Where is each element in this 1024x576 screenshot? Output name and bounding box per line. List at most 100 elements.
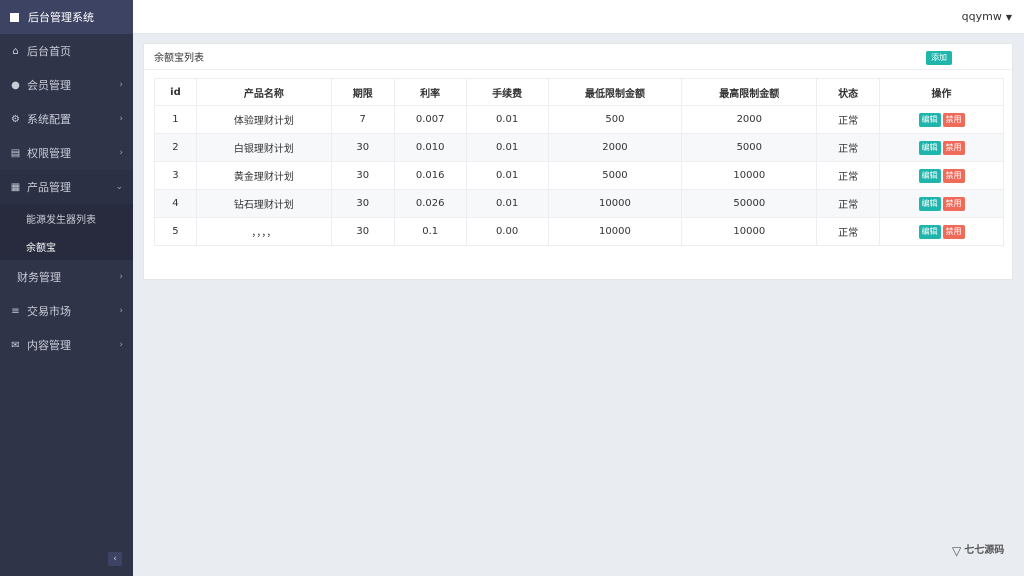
sidebar-item-finance[interactable]: 财务管理 › (0, 260, 133, 294)
cell-fee: 0.00 (465, 217, 549, 246)
sidebar-item-label: 产品管理 (27, 181, 71, 194)
sidebar-subitem-generator-list[interactable]: 能源发生器列表 (0, 204, 133, 232)
cell-fee: 0.01 (465, 189, 549, 218)
sidebar-item-label: 系统配置 (27, 113, 71, 126)
table-header-row: id 产品名称 期限 利率 手续费 最低限制金额 最高限制金额 状态 操作 (154, 78, 1004, 106)
column-header: 手续费 (465, 78, 549, 106)
disable-button[interactable]: 禁用 (942, 224, 965, 239)
cell-name: 钻石理财计划 (195, 189, 332, 218)
chevron-right-icon: › (119, 272, 123, 282)
cell-term: 30 (330, 189, 395, 218)
cell-min: 10000 (547, 189, 683, 218)
sidebar-collapse-button[interactable]: ‹ (108, 552, 122, 566)
sidebar-item-label: 内容管理 (27, 339, 71, 352)
table-row: 5 ，，，， 30 0.1 0.00 10000 10000 正常 编辑 禁用 (154, 217, 1004, 246)
disable-button[interactable]: 禁用 (942, 168, 965, 183)
sidebar: 后台管理系统 ⌂ 后台首页 ● 会员管理 › ⚙ 系统配置 › ▤ 权限管理 ›… (0, 0, 133, 576)
column-header: 状态 (816, 78, 881, 106)
bars-icon: ≡ (11, 305, 20, 317)
topbar: qqymw ▼ (133, 0, 1024, 34)
sidebar-item-label: 权限管理 (27, 147, 71, 160)
list-panel: 余额宝列表 添加 id 产品名称 期限 利率 手续费 最低限制金额 最高限制金额… (143, 43, 1013, 280)
cell-min: 5000 (547, 161, 683, 190)
table-row: 1 体验理财计划 7 0.007 0.01 500 2000 正常 编辑 禁用 (154, 105, 1004, 134)
sidebar-item-label: 财务管理 (17, 271, 61, 284)
cell-rate: 0.016 (393, 161, 467, 190)
column-header: 期限 (330, 78, 395, 106)
cell-fee: 0.01 (465, 133, 549, 162)
add-button[interactable]: 添加 (926, 51, 952, 65)
cell-id: 1 (154, 105, 197, 134)
sidebar-item-label: 会员管理 (27, 79, 71, 92)
cell-actions: 编辑 禁用 (879, 105, 1004, 134)
disable-button[interactable]: 禁用 (942, 140, 965, 155)
column-header: 产品名称 (195, 78, 332, 106)
edit-button[interactable]: 编辑 (918, 196, 941, 211)
products-submenu: 能源发生器列表 余额宝 (0, 204, 133, 260)
column-header: 最低限制金额 (547, 78, 683, 106)
panel-title: 余额宝列表 (144, 44, 1012, 70)
cell-rate: 0.1 (393, 217, 467, 246)
cell-term: 30 (330, 161, 395, 190)
chevron-down-icon: ⌄ (115, 182, 123, 192)
table-row: 4 钻石理财计划 30 0.026 0.01 10000 50000 正常 编辑… (154, 189, 1004, 218)
logo-square-icon (10, 12, 19, 22)
cell-status: 正常 (816, 189, 881, 218)
sidebar-item-members[interactable]: ● 会员管理 › (0, 68, 133, 102)
sidebar-subitem-yuebao[interactable]: 余额宝 (0, 232, 133, 260)
cell-actions: 编辑 禁用 (879, 217, 1004, 246)
sidebar-item-permissions[interactable]: ▤ 权限管理 › (0, 136, 133, 170)
list-icon: ▤ (10, 147, 21, 159)
cell-min: 10000 (547, 217, 683, 246)
chevron-right-icon: › (119, 80, 123, 90)
sidebar-item-home[interactable]: ⌂ 后台首页 (0, 34, 133, 68)
brand-title: 后台管理系统 (28, 11, 94, 24)
sidebar-subitem-label: 余额宝 (26, 242, 56, 254)
username: qqymw (961, 10, 1002, 23)
cell-id: 4 (154, 189, 197, 218)
column-header: id (154, 78, 197, 106)
cell-name: 白银理财计划 (195, 133, 332, 162)
chevron-right-icon: › (119, 306, 123, 316)
sidebar-item-system-config[interactable]: ⚙ 系统配置 › (0, 102, 133, 136)
cell-term: 30 (330, 133, 395, 162)
cell-term: 7 (330, 105, 395, 134)
cell-status: 正常 (816, 105, 881, 134)
cell-name: 黄金理财计划 (195, 161, 332, 190)
cell-term: 30 (330, 217, 395, 246)
cell-actions: 编辑 禁用 (879, 161, 1004, 190)
envelope-icon: ✉ (11, 339, 20, 351)
sidebar-item-label: 后台首页 (27, 45, 71, 58)
cell-id: 5 (154, 217, 197, 246)
home-icon: ⌂ (12, 45, 19, 57)
sidebar-item-market[interactable]: ≡ 交易市场 › (0, 294, 133, 328)
column-header: 利率 (393, 78, 467, 106)
edit-button[interactable]: 编辑 (918, 168, 941, 183)
disable-button[interactable]: 禁用 (942, 112, 965, 127)
cell-rate: 0.010 (393, 133, 467, 162)
cell-fee: 0.01 (465, 161, 549, 190)
watermark: ▽ 七七源码 (952, 542, 1012, 560)
edit-button[interactable]: 编辑 (918, 140, 941, 155)
cogs-icon: ⚙ (11, 113, 20, 125)
cell-name: 体验理财计划 (195, 105, 332, 134)
sidebar-item-content[interactable]: ✉ 内容管理 › (0, 328, 133, 362)
sidebar-subitem-label: 能源发生器列表 (26, 214, 96, 226)
disable-button[interactable]: 禁用 (942, 196, 965, 211)
watermark-logo-icon: ▽ (952, 544, 962, 558)
cell-max: 2000 (681, 105, 818, 134)
chevron-right-icon: › (119, 340, 123, 350)
cell-status: 正常 (816, 217, 881, 246)
chevron-right-icon: › (119, 148, 123, 158)
cell-status: 正常 (816, 161, 881, 190)
watermark-text: 七七源码 (964, 545, 1005, 556)
brand[interactable]: 后台管理系统 (0, 0, 133, 34)
cell-rate: 0.007 (393, 105, 467, 134)
table-row: 2 白银理财计划 30 0.010 0.01 2000 5000 正常 编辑 禁用 (154, 133, 1004, 162)
user-icon: ● (11, 79, 20, 91)
edit-button[interactable]: 编辑 (918, 112, 941, 127)
sidebar-item-products[interactable]: ▦ 产品管理 ⌄ (0, 170, 133, 204)
cell-rate: 0.026 (393, 189, 467, 218)
user-menu[interactable]: qqymw ▼ (962, 10, 1012, 23)
edit-button[interactable]: 编辑 (918, 224, 941, 239)
